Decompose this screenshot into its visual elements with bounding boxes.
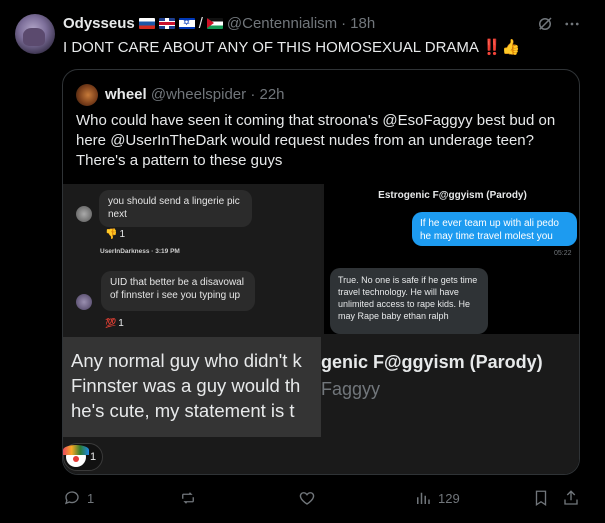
tweet-time[interactable]: 18h — [350, 15, 375, 32]
parody-blue-message: If he ever team up with ali pedo he may … — [412, 212, 577, 246]
quote-time[interactable]: 22h — [259, 86, 284, 103]
parody-chat-title: Estrogenic F@ggyism (Parody) — [378, 190, 527, 201]
quote-author-header: wheel @wheelspider · 22h — [105, 86, 285, 103]
zoomed-handle-crop: Faggyy — [321, 379, 381, 399]
tweet-text: I DONT CARE ABOUT ANY OF THIS HOMOSEXUAL… — [63, 38, 520, 56]
quoted-tweet[interactable]: wheel @wheelspider · 22h Who could have … — [62, 69, 580, 475]
heart-icon — [298, 489, 316, 507]
views-icon — [414, 489, 432, 507]
dm-reaction-1: 👎 1 — [105, 229, 125, 240]
author-display-name[interactable]: Odysseus — [63, 15, 135, 32]
thumbs-down-icon: 👎 — [105, 229, 118, 240]
dot-separator: · — [341, 15, 347, 32]
author-handle[interactable]: @Centennialism — [227, 15, 337, 32]
views-button[interactable]: 129 — [414, 489, 460, 507]
tweet-body: I DONT CARE ABOUT ANY OF THIS HOMOSEXUAL… — [63, 39, 479, 56]
parody-grey-message: True. No one is safe if he gets time tra… — [330, 268, 488, 334]
more-options-icon[interactable] — [562, 14, 582, 34]
zoomed-text-crop: Any normal guy who didn't k Finnster was… — [63, 337, 321, 437]
reply-button[interactable]: 1 — [63, 489, 94, 507]
flag-separator: / — [198, 15, 203, 32]
dm-message-1: you should send a lingerie pic next — [99, 190, 252, 227]
dm-sender-meta: UserInDarkness · 3:19 PM — [100, 248, 180, 255]
bookmark-icon — [532, 489, 550, 507]
dot-separator: · — [250, 86, 256, 103]
quote-handle[interactable]: @wheelspider — [151, 86, 246, 103]
media-reaction-count: 1 — [90, 451, 97, 463]
dm-message-2: UID that better be a disavowal of finnst… — [101, 271, 255, 311]
quote-text: Who could have seen it coming that stroo… — [76, 112, 556, 169]
like-button[interactable] — [298, 489, 322, 507]
grok-icon[interactable] — [535, 14, 555, 34]
parody-chat-screenshot: Estrogenic F@ggyism (Parody) If he ever … — [324, 184, 579, 334]
quote-author-avatar[interactable] — [76, 84, 98, 106]
sender-avatar — [76, 294, 92, 310]
tweet-emoji: ‼️👍 — [482, 39, 521, 56]
reaction-count: 1 — [118, 318, 124, 329]
media-reaction-pill[interactable]: 1 — [63, 443, 103, 471]
zoom-line-3: he's cute, my statement is t — [71, 400, 295, 421]
zoom-line-1: Any normal guy who didn't k — [71, 350, 302, 371]
israel-flag-icon — [178, 18, 195, 29]
reply-count: 1 — [87, 490, 95, 506]
zoom-line-2: Finnster was a guy would th — [71, 375, 301, 396]
repost-icon — [178, 489, 198, 507]
bookmark-button[interactable] — [532, 489, 550, 507]
uk-flag-icon — [158, 18, 175, 29]
author-avatar[interactable] — [15, 14, 55, 54]
view-count: 129 — [438, 490, 460, 506]
share-icon — [562, 489, 580, 507]
dm-reaction-2: 💯 1 — [105, 318, 124, 329]
russia-flag-icon — [138, 18, 155, 29]
share-button[interactable] — [562, 489, 580, 507]
repost-button[interactable] — [178, 489, 204, 507]
sender-avatar — [76, 206, 92, 222]
reaction-count: 1 — [119, 229, 126, 240]
parody-blue-time: 05:22 — [554, 250, 572, 257]
clown-icon — [63, 445, 89, 467]
author-header: Odysseus / @Centennialism · 18h — [63, 15, 375, 32]
quote-display-name[interactable]: wheel — [105, 86, 147, 103]
action-bar: 1 129 — [63, 489, 583, 511]
palestine-flag-icon — [206, 18, 223, 29]
hundred-icon: 💯 — [105, 318, 117, 328]
reply-icon — [63, 489, 81, 507]
zoomed-title-crop: genic F@ggyism (Parody) — [321, 352, 543, 372]
